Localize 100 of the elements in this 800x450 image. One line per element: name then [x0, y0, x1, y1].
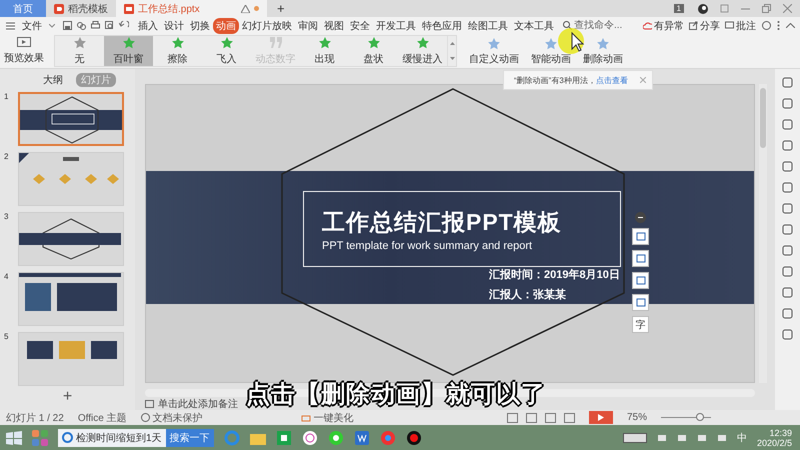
print-icon[interactable] [91, 21, 100, 30]
video-caption: 点击【删除动画】就可以了 [246, 381, 546, 409]
star-icon [122, 36, 136, 49]
scrollbar-thumb[interactable] [760, 88, 766, 148]
quote-icon [268, 36, 282, 49]
animation-tool-button[interactable]: 删除动画 [579, 34, 627, 68]
protection-status: 文档未保护 [152, 412, 203, 424]
save-icon[interactable] [63, 21, 72, 30]
scroll-down-icon[interactable] [450, 57, 454, 60]
animation-effect[interactable]: 飞入 [202, 36, 251, 66]
logo-icon [54, 4, 64, 14]
share-icon [689, 21, 698, 30]
slide-counter: 幻灯片 1 / 22 [6, 412, 64, 424]
document-tab[interactable]: 工作总结.pptx [116, 0, 267, 17]
keyboard-icon[interactable] [622, 432, 647, 442]
unsaved-dot-icon [254, 6, 259, 11]
document-tab[interactable]: 稻壳模板 [46, 0, 116, 17]
sparkle-star-icon [487, 36, 501, 50]
print-preview-icon[interactable] [105, 21, 114, 30]
star-icon [170, 36, 184, 49]
ribbon-tab[interactable]: 绘图工具 [465, 18, 511, 34]
warning-icon [241, 4, 250, 12]
star-icon [220, 36, 234, 49]
view-link[interactable]: 点击查看 [596, 74, 628, 86]
slide-thumbnail[interactable] [18, 92, 124, 146]
more-icon[interactable] [777, 21, 780, 30]
ribbon-tab[interactable]: 设计 [161, 18, 187, 34]
star-icon [416, 36, 430, 49]
animation-effect[interactable]: 缓慢进入 [398, 36, 447, 66]
star-icon [72, 36, 86, 49]
animation-effect[interactable]: 无 [55, 36, 104, 66]
animation-tool-button[interactable]: 自定义动画 [465, 34, 523, 68]
sparkle-star-icon [544, 36, 558, 50]
ribbon-tab[interactable]: 动画 [213, 18, 239, 34]
toolbar-action[interactable]: 分享 [700, 18, 720, 32]
close-icon[interactable] [783, 4, 792, 13]
ribbon-tab[interactable]: 视图 [321, 18, 347, 34]
preview-button[interactable]: 预览效果 [0, 35, 48, 67]
restore-icon[interactable] [762, 4, 771, 13]
comment-icon [725, 21, 734, 30]
beautify-button[interactable]: 一键美化 [314, 410, 354, 424]
remove-icon[interactable] [635, 212, 646, 223]
menu-icon[interactable] [6, 22, 15, 30]
clock-time[interactable]: 12:39 [769, 428, 792, 438]
preview-icon [17, 37, 31, 49]
ribbon-tab[interactable]: 插入 [135, 18, 161, 34]
store-icon[interactable] [276, 430, 292, 446]
search-icon [563, 21, 572, 30]
ime-indicator[interactable]: 中 [736, 430, 747, 444]
slide-thumbnail[interactable] [18, 332, 124, 386]
presentation-icon [124, 4, 134, 14]
file-menu[interactable]: 文件 [19, 18, 45, 34]
caret-icon[interactable] [49, 24, 55, 28]
ribbon-tab[interactable]: 审阅 [295, 18, 321, 34]
search-button[interactable]: 搜索一下 [166, 428, 214, 446]
star-icon [366, 36, 380, 49]
avatar-icon[interactable] [698, 4, 708, 14]
add-slide-button[interactable]: + [0, 386, 135, 410]
ribbon-tab[interactable]: 特色应用 [419, 18, 465, 34]
panel-tab[interactable]: 大纲 [38, 73, 68, 87]
browser-icon [62, 432, 73, 443]
ribbon-tab[interactable]: 开发工具 [373, 18, 419, 34]
slide-thumbnail[interactable] [18, 212, 124, 266]
cloud-icon [643, 21, 652, 30]
toolbar-action[interactable]: 批注 [736, 18, 756, 32]
scroll-up-icon[interactable] [450, 42, 454, 45]
slide-number: 1 [4, 92, 10, 103]
sparkle-star-icon [596, 36, 610, 50]
play-button[interactable] [588, 411, 613, 424]
undo-icon[interactable] [119, 21, 129, 30]
office-icon[interactable] [354, 430, 370, 446]
shield-icon [140, 413, 150, 422]
ribbon-tab[interactable]: 切换 [187, 18, 213, 34]
record-icon[interactable] [406, 430, 422, 446]
account-badge: 1 [674, 4, 684, 13]
new-tab-button[interactable]: + [267, 0, 295, 17]
animation-effect[interactable]: 盘状 [349, 36, 398, 66]
slide-thumbnail[interactable] [18, 272, 124, 326]
command-search-field[interactable]: 查找命令... [574, 20, 630, 31]
slide-thumbnail[interactable] [18, 152, 124, 206]
ribbon-tab[interactable]: 幻灯片放映 [239, 18, 295, 34]
collapse-icon[interactable] [786, 23, 795, 28]
slide-number: 4 [4, 272, 10, 283]
taskbar-window[interactable]: 检测时间缩短到1天 [58, 428, 166, 446]
clock-date[interactable]: 2020/2/5 [756, 438, 792, 448]
report-date: 汇报时间：2019年8月10日 [489, 268, 620, 282]
animation-effect[interactable]: 擦除 [153, 36, 202, 66]
zoom-level[interactable]: 75% [626, 412, 647, 423]
text-tool-button[interactable]: 字 [632, 316, 649, 333]
ribbon-tab[interactable]: 安全 [347, 18, 373, 34]
share-link-icon[interactable] [77, 21, 86, 30]
animation-effect[interactable]: 出现 [300, 36, 349, 66]
ribbon-tab[interactable]: 文本工具 [511, 18, 557, 34]
tooltip-text: “删除动画”有3种用法， [514, 74, 596, 86]
notes-placeholder[interactable]: 单击此处添加备注 [158, 396, 238, 410]
toolbar-action[interactable]: 有异常 [654, 18, 684, 32]
browser-icon[interactable] [328, 430, 344, 446]
start-icon[interactable] [6, 430, 22, 444]
animation-effect[interactable]: 百叶窗 [104, 36, 153, 66]
reporter-name: 汇报人：张某某 [489, 288, 567, 302]
